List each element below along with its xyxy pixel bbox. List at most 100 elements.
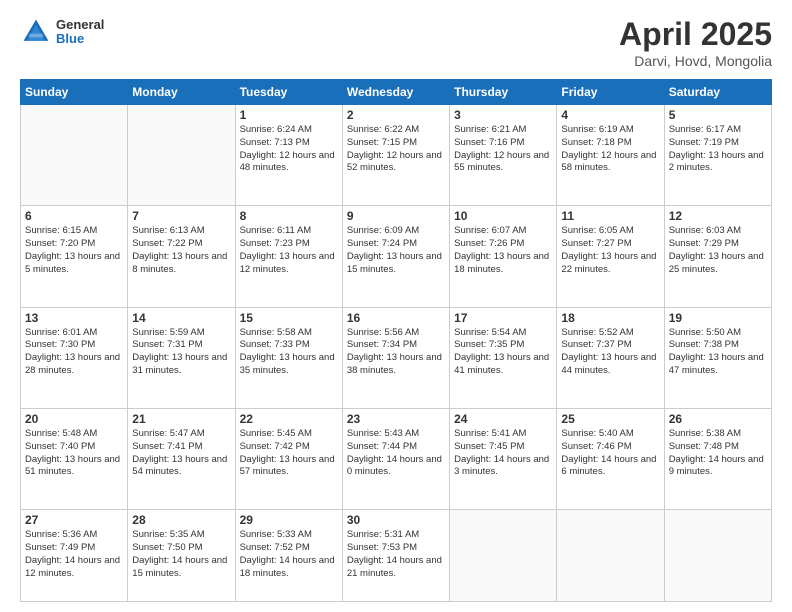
daylight-text: Daylight: 12 hours and 48 minutes. <box>240 150 338 176</box>
cell-content: Sunrise: 5:35 AMSunset: 7:50 PMDaylight:… <box>132 529 230 580</box>
sunrise-text: Sunrise: 5:40 AM <box>561 428 659 441</box>
daylight-text: Daylight: 13 hours and 5 minutes. <box>25 251 123 277</box>
sunrise-text: Sunrise: 5:56 AM <box>347 327 445 340</box>
day-header-tuesday: Tuesday <box>235 80 342 105</box>
daylight-text: Daylight: 14 hours and 21 minutes. <box>347 555 445 581</box>
sunrise-text: Sunrise: 5:35 AM <box>132 529 230 542</box>
calendar-cell: 4Sunrise: 6:19 AMSunset: 7:18 PMDaylight… <box>557 105 664 206</box>
sunset-text: Sunset: 7:18 PM <box>561 137 659 150</box>
calendar-body: 1 Sunrise: 6:24 AMSunset: 7:13 PMDaylight… <box>21 105 772 602</box>
header-row: SundayMondayTuesdayWednesdayThursdayFrid… <box>21 80 772 105</box>
daylight-text: Daylight: 13 hours and 51 minutes. <box>25 454 123 480</box>
sunset-text: Sunset: 7:38 PM <box>669 339 767 352</box>
sunset-text: Sunset: 7:33 PM <box>240 339 338 352</box>
calendar-cell: 6Sunrise: 6:15 AMSunset: 7:20 PMDaylight… <box>21 206 128 307</box>
sunrise-text: Sunrise: 5:33 AM <box>240 529 338 542</box>
cell-content: Sunrise: 5:54 AMSunset: 7:35 PMDaylight:… <box>454 327 552 378</box>
cell-content: Sunrise: 5:59 AMSunset: 7:31 PMDaylight:… <box>132 327 230 378</box>
sunset-text: Sunset: 7:13 PM <box>240 137 338 150</box>
cell-content: Sunrise: 6:13 AMSunset: 7:22 PMDaylight:… <box>132 225 230 276</box>
sunrise-text: Sunrise: 5:52 AM <box>561 327 659 340</box>
sunset-text: Sunset: 7:52 PM <box>240 542 338 555</box>
calendar-cell: 24Sunrise: 5:41 AMSunset: 7:45 PMDayligh… <box>450 408 557 509</box>
day-header-thursday: Thursday <box>450 80 557 105</box>
cell-content: Sunrise: 5:31 AMSunset: 7:53 PMDaylight:… <box>347 529 445 580</box>
daylight-text: Daylight: 12 hours and 52 minutes. <box>347 150 445 176</box>
calendar-cell: 2Sunrise: 6:22 AMSunset: 7:15 PMDaylight… <box>342 105 449 206</box>
sunset-text: Sunset: 7:20 PM <box>25 238 123 251</box>
daylight-text: Daylight: 13 hours and 44 minutes. <box>561 352 659 378</box>
day-number: 17 <box>454 311 552 325</box>
logo-blue-text: Blue <box>56 32 104 46</box>
sunrise-text: Sunrise: 5:50 AM <box>669 327 767 340</box>
calendar-cell: 9Sunrise: 6:09 AMSunset: 7:24 PMDaylight… <box>342 206 449 307</box>
sunset-text: Sunset: 7:24 PM <box>347 238 445 251</box>
calendar-cell: 13Sunrise: 6:01 AMSunset: 7:30 PMDayligh… <box>21 307 128 408</box>
sunset-text: Sunset: 7:22 PM <box>132 238 230 251</box>
daylight-text: Daylight: 12 hours and 58 minutes. <box>561 150 659 176</box>
logo: General Blue <box>20 16 104 48</box>
day-number: 21 <box>132 412 230 426</box>
sunrise-text: Sunrise: 5:47 AM <box>132 428 230 441</box>
calendar-cell: 15Sunrise: 5:58 AMSunset: 7:33 PMDayligh… <box>235 307 342 408</box>
calendar-cell: 16Sunrise: 5:56 AMSunset: 7:34 PMDayligh… <box>342 307 449 408</box>
sunset-text: Sunset: 7:46 PM <box>561 441 659 454</box>
cell-content: Sunrise: 5:56 AMSunset: 7:34 PMDaylight:… <box>347 327 445 378</box>
cell-content: Sunrise: 5:36 AMSunset: 7:49 PMDaylight:… <box>25 529 123 580</box>
day-number: 25 <box>561 412 659 426</box>
calendar-cell: 30 Sunrise: 5:31 AMSunset: 7:53 PMDayligh… <box>342 510 449 602</box>
day-number: 11 <box>561 209 659 223</box>
calendar-cell: 11Sunrise: 6:05 AMSunset: 7:27 PMDayligh… <box>557 206 664 307</box>
sunrise-text: Sunrise: 6:03 AM <box>669 225 767 238</box>
cell-content: Sunrise: 6:19 AMSunset: 7:18 PMDaylight:… <box>561 124 659 175</box>
sunset-text: Sunset: 7:19 PM <box>669 137 767 150</box>
calendar-cell <box>664 510 771 602</box>
daylight-text: Daylight: 14 hours and 12 minutes. <box>25 555 123 581</box>
day-header-sunday: Sunday <box>21 80 128 105</box>
day-number: 8 <box>240 209 338 223</box>
sunset-text: Sunset: 7:34 PM <box>347 339 445 352</box>
sunset-text: Sunset: 7:15 PM <box>347 137 445 150</box>
sunrise-text: Sunrise: 6:07 AM <box>454 225 552 238</box>
calendar-cell: 17 Sunrise: 5:54 AMSunset: 7:35 PMDayligh… <box>450 307 557 408</box>
sunset-text: Sunset: 7:26 PM <box>454 238 552 251</box>
sunrise-text: Sunrise: 5:54 AM <box>454 327 552 340</box>
cell-content: Sunrise: 5:38 AMSunset: 7:48 PMDaylight:… <box>669 428 767 479</box>
day-number: 3 <box>454 108 552 122</box>
sunset-text: Sunset: 7:53 PM <box>347 542 445 555</box>
cell-content: Sunrise: 5:43 AMSunset: 7:44 PMDaylight:… <box>347 428 445 479</box>
calendar-cell: 26 Sunrise: 5:38 AMSunset: 7:48 PMDayligh… <box>664 408 771 509</box>
sunrise-text: Sunrise: 5:43 AM <box>347 428 445 441</box>
calendar-cell <box>128 105 235 206</box>
cell-content: Sunrise: 5:33 AMSunset: 7:52 PMDaylight:… <box>240 529 338 580</box>
daylight-text: Daylight: 14 hours and 18 minutes. <box>240 555 338 581</box>
daylight-text: Daylight: 14 hours and 9 minutes. <box>669 454 767 480</box>
sunset-text: Sunset: 7:27 PM <box>561 238 659 251</box>
sunrise-text: Sunrise: 5:45 AM <box>240 428 338 441</box>
sunset-text: Sunset: 7:41 PM <box>132 441 230 454</box>
logo-text: General Blue <box>56 18 104 47</box>
day-number: 26 <box>669 412 767 426</box>
sunset-text: Sunset: 7:40 PM <box>25 441 123 454</box>
day-number: 19 <box>669 311 767 325</box>
calendar-cell: 25Sunrise: 5:40 AMSunset: 7:46 PMDayligh… <box>557 408 664 509</box>
cell-content: Sunrise: 5:41 AMSunset: 7:45 PMDaylight:… <box>454 428 552 479</box>
calendar-cell: 27Sunrise: 5:36 AMSunset: 7:49 PMDayligh… <box>21 510 128 602</box>
daylight-text: Daylight: 13 hours and 2 minutes. <box>669 150 767 176</box>
sunset-text: Sunset: 7:48 PM <box>669 441 767 454</box>
cell-content: Sunrise: 6:24 AMSunset: 7:13 PMDaylight:… <box>240 124 338 175</box>
page: General Blue April 2025 Darvi, Hovd, Mon… <box>0 0 792 612</box>
daylight-text: Daylight: 13 hours and 57 minutes. <box>240 454 338 480</box>
calendar-table: SundayMondayTuesdayWednesdayThursdayFrid… <box>20 79 772 602</box>
sunset-text: Sunset: 7:50 PM <box>132 542 230 555</box>
day-number: 1 <box>240 108 338 122</box>
logo-icon <box>20 16 52 48</box>
daylight-text: Daylight: 14 hours and 15 minutes. <box>132 555 230 581</box>
sunrise-text: Sunrise: 6:05 AM <box>561 225 659 238</box>
day-number: 14 <box>132 311 230 325</box>
sunrise-text: Sunrise: 6:11 AM <box>240 225 338 238</box>
week-row-1: 1 Sunrise: 6:24 AMSunset: 7:13 PMDaylight… <box>21 105 772 206</box>
cell-content: Sunrise: 6:03 AMSunset: 7:29 PMDaylight:… <box>669 225 767 276</box>
day-number: 30 <box>347 513 445 527</box>
calendar-subtitle: Darvi, Hovd, Mongolia <box>619 53 772 69</box>
